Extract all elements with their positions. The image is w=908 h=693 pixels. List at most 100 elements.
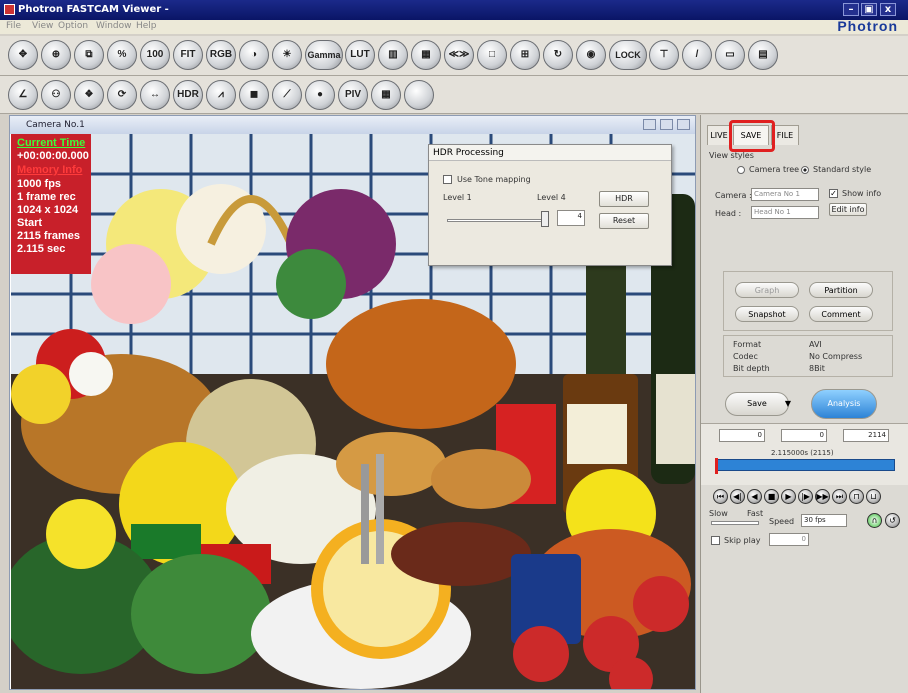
zoom-in-icon[interactable]: ⊕ [41, 40, 71, 70]
gamma-icon[interactable]: Gamma [305, 40, 343, 70]
skip-play-label: Skip play [724, 536, 761, 545]
camera-icon[interactable]: ◼ [239, 80, 269, 110]
tab-file[interactable]: FILE [771, 125, 799, 145]
graph-button[interactable]: Graph [735, 282, 799, 298]
sync-icon[interactable]: ∩ [867, 513, 882, 528]
zoom-100-icon[interactable]: 100 [140, 40, 170, 70]
speed-slider[interactable] [711, 521, 759, 525]
play-icon[interactable]: ▶ [781, 489, 796, 504]
hdr-reset-button[interactable]: Reset [599, 213, 649, 229]
trigger-icon[interactable]: ⊤ [649, 40, 679, 70]
camera-select[interactable]: Camera No 1 [751, 188, 819, 201]
comment-button[interactable]: Comment [809, 306, 873, 322]
overlay-current-time-label: Current Time [17, 137, 86, 149]
camera-restore-button[interactable] [660, 119, 673, 130]
color-bars-icon[interactable]: ▥ [378, 40, 408, 70]
blank-icon[interactable] [404, 80, 434, 110]
frame-icon[interactable]: □ [477, 40, 507, 70]
toolbar-primary: ✥ ⊕ ⧉% 100 FIT RGB ◑ ☀ Gamma LUT ▥ ▦ ≪≫ □ ⊞ ↻ ◉ LOCK ⊤ / ▭ ▤ [0, 36, 908, 76]
menu-view[interactable]: View [32, 21, 53, 31]
timeline-bar[interactable] [715, 459, 895, 471]
partition-button[interactable]: Partition [809, 282, 873, 298]
close-button[interactable]: x [880, 3, 896, 16]
snapshot-button[interactable]: Snapshot [735, 306, 799, 322]
level-slider-thumb[interactable] [541, 211, 549, 227]
people-icon[interactable]: ⚇ [41, 80, 71, 110]
return-icon[interactable]: ↺ [885, 513, 900, 528]
end-frame-field[interactable]: 2114 [843, 429, 889, 442]
angle-icon[interactable]: ∠ [8, 80, 38, 110]
hdr-icon[interactable]: HDR [173, 80, 203, 110]
rgb-icon[interactable]: RGB [206, 40, 236, 70]
edit-info-button[interactable]: Edit info [829, 203, 867, 216]
format-value: AVI [809, 340, 822, 349]
lut-reset-icon[interactable]: LUT [345, 40, 375, 70]
grid-icon[interactable]: ⊞ [510, 40, 540, 70]
current-frame-field[interactable]: 0 [781, 429, 827, 442]
shading-icon[interactable]: ≪≫ [444, 40, 474, 70]
menu-help[interactable]: Help [136, 21, 157, 31]
start-frame-field[interactable]: 0 [719, 429, 765, 442]
color-reset-icon[interactable]: ▦ [411, 40, 441, 70]
repeat-icon[interactable]: ⊔ [866, 489, 881, 504]
percent-icon[interactable]: % [107, 40, 137, 70]
track-icon[interactable]: ❖ [74, 80, 104, 110]
standard-style-radio[interactable] [801, 166, 809, 174]
record-icon[interactable]: ▤ [748, 40, 778, 70]
save-dropdown-icon[interactable]: ▼ [781, 395, 795, 413]
target-icon[interactable]: ◉ [576, 40, 606, 70]
camera-minimize-button[interactable] [643, 119, 656, 130]
tone-mapping-checkbox[interactable] [443, 175, 452, 184]
camera-tree-radio[interactable] [737, 166, 745, 174]
fit-icon[interactable]: FIT [173, 40, 203, 70]
last-frame-icon[interactable]: ⏭ [832, 489, 847, 504]
camera-select-label: Camera : [715, 191, 752, 200]
play-reverse-icon[interactable]: ◀ [747, 489, 762, 504]
level-max-label: Level 4 [537, 193, 566, 202]
minimize-button[interactable]: – [843, 3, 859, 16]
grid-view-icon[interactable]: ▦ [371, 80, 401, 110]
fast-forward-icon[interactable]: ▶▶ [815, 489, 830, 504]
menu-window[interactable]: Window [96, 21, 132, 31]
first-frame-icon[interactable]: ⏮ [713, 489, 728, 504]
step-back-icon[interactable]: ◀| [730, 489, 745, 504]
loop-icon[interactable]: ⊓ [849, 489, 864, 504]
refresh-icon[interactable]: ↻ [543, 40, 573, 70]
restore-button[interactable]: ▣ [861, 3, 877, 16]
pen-icon[interactable]: / [682, 40, 712, 70]
speed-select[interactable]: 30 fps [801, 514, 847, 527]
menu-option[interactable]: Option [58, 21, 88, 31]
overlay-time-value: +00:00:00.000 [17, 150, 89, 162]
show-info-checkbox[interactable]: ✓ [829, 189, 838, 198]
save-button[interactable]: Save [725, 392, 789, 416]
skip-play-field[interactable]: 0 [769, 533, 809, 546]
analysis-button[interactable]: Analysis [811, 389, 877, 419]
menu-file[interactable]: File [6, 21, 21, 31]
skip-play-checkbox[interactable] [711, 536, 720, 545]
level-slider-track[interactable] [447, 219, 547, 222]
line-icon[interactable]: ⟋ [272, 80, 302, 110]
point-icon[interactable]: ● [305, 80, 335, 110]
graph-icon[interactable]: ⩘ [206, 80, 236, 110]
hdr-button[interactable]: HDR [599, 191, 649, 207]
control-panel: LIVE SAVE FILE View styles Camera tree S… [700, 115, 908, 693]
standard-style-label: Standard style [813, 165, 872, 174]
stop-icon[interactable]: ■ [764, 489, 779, 504]
brightness-icon[interactable]: ☀ [272, 40, 302, 70]
step-forward-icon[interactable]: |▶ [798, 489, 813, 504]
head-select[interactable]: Head No 1 [751, 206, 819, 219]
level-spinner[interactable]: 4 [557, 210, 585, 226]
camera-close-button[interactable] [677, 119, 690, 130]
keyboard-icon[interactable]: ▭ [715, 40, 745, 70]
crop-icon[interactable]: ⧉ [74, 40, 104, 70]
piv-icon[interactable]: PIV [338, 80, 368, 110]
tab-live[interactable]: LIVE [707, 125, 731, 145]
move-icon[interactable]: ✥ [8, 40, 38, 70]
title-bar: Photron FASTCAM Viewer - – ▣ x [0, 0, 908, 20]
timeline-cursor[interactable] [715, 458, 718, 474]
contrast-icon[interactable]: ◑ [239, 40, 269, 70]
overlay-frame-rec: 1 frame rec [17, 191, 76, 203]
rotate-icon[interactable]: ⟳ [107, 80, 137, 110]
measure-icon[interactable]: ↔ [140, 80, 170, 110]
multi-lock-icon[interactable]: LOCK [609, 40, 647, 70]
